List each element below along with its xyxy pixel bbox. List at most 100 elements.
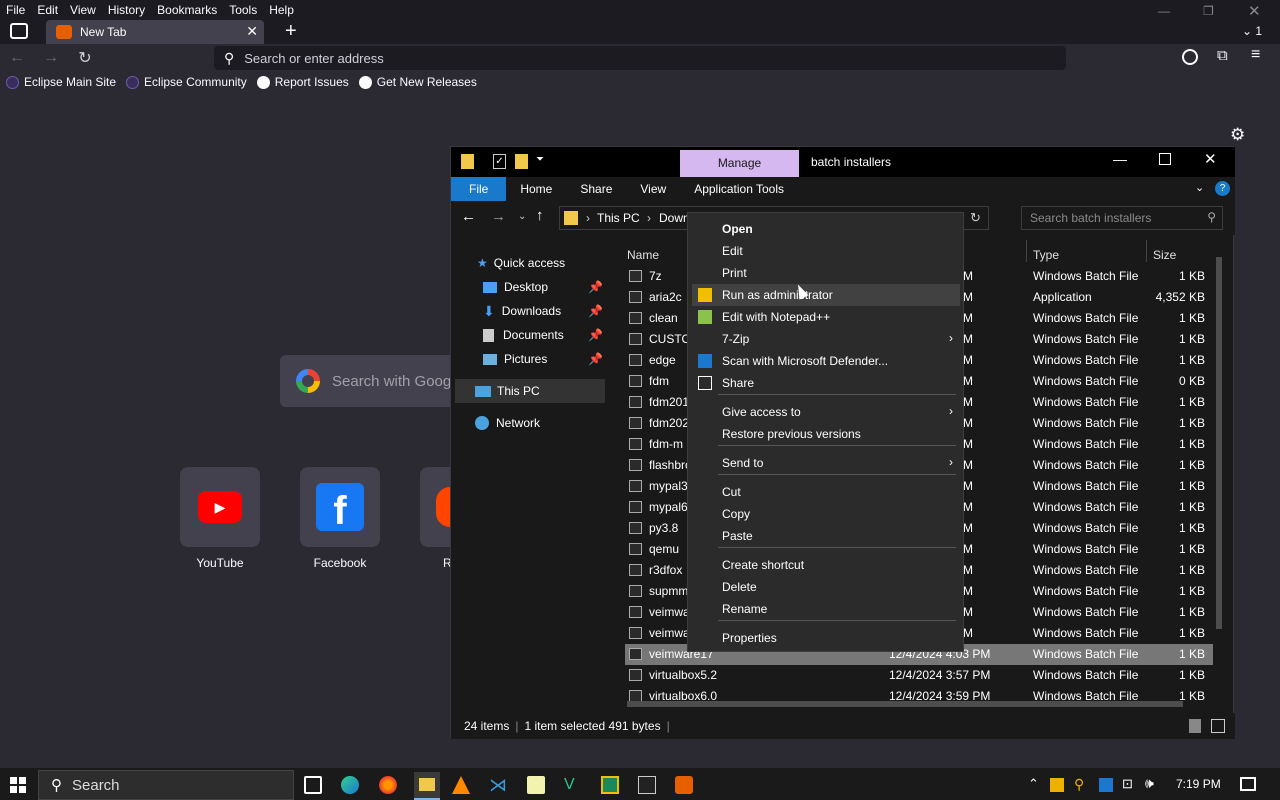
- edge-icon[interactable]: [341, 776, 359, 794]
- vscode-icon[interactable]: ⋊: [489, 776, 507, 794]
- menu-help[interactable]: Help: [263, 3, 300, 17]
- minimize-icon[interactable]: —: [1113, 151, 1127, 167]
- large-icons-view-icon[interactable]: [1211, 719, 1225, 733]
- app-icon[interactable]: V: [564, 776, 582, 794]
- column-name[interactable]: Name: [627, 248, 659, 262]
- close-window-icon[interactable]: ✕: [1248, 2, 1261, 20]
- volume-icon[interactable]: 🕪: [1145, 775, 1154, 792]
- manage-tab[interactable]: Manage: [680, 150, 799, 177]
- forward-icon[interactable]: →: [491, 208, 506, 225]
- menu-history[interactable]: History: [102, 3, 151, 17]
- properties-icon[interactable]: ✓: [493, 154, 506, 169]
- back-icon[interactable]: ←: [0, 49, 34, 67]
- ribbon-tab-home[interactable]: Home: [506, 177, 566, 201]
- tab-overview-icon[interactable]: [10, 23, 28, 39]
- context-menu-item-send-to[interactable]: Send to: [722, 452, 957, 474]
- file-explorer-taskbar-button[interactable]: [414, 772, 440, 800]
- context-menu-item-scan-with-microsoft-defender[interactable]: Scan with Microsoft Defender...: [722, 350, 957, 372]
- context-menu-item-give-access-to[interactable]: Give access to: [722, 401, 957, 423]
- column-type[interactable]: Type: [1033, 248, 1059, 262]
- context-menu-item-7-zip[interactable]: 7-Zip: [722, 328, 957, 350]
- nav-quick-access[interactable]: ★ Quick access: [477, 251, 565, 275]
- expand-ribbon-icon[interactable]: ⌄: [1195, 181, 1204, 194]
- shortcut-youtube[interactable]: ▶: [180, 467, 260, 547]
- context-menu-item-properties[interactable]: Properties: [722, 627, 957, 649]
- app-icon[interactable]: [601, 776, 619, 794]
- bookmark-eclipse-community[interactable]: Eclipse Community: [126, 75, 247, 89]
- minimize-icon[interactable]: —: [1158, 4, 1170, 18]
- ribbon-tab-application-tools[interactable]: Application Tools: [680, 177, 798, 201]
- horizontal-scrollbar[interactable]: [611, 697, 1213, 711]
- nav-desktop[interactable]: Desktop 📌: [483, 275, 603, 299]
- table-row[interactable]: virtualbox5.2 12/4/2024 3:57 PM Windows Ba…: [625, 665, 1219, 686]
- column-size[interactable]: Size: [1153, 248, 1176, 262]
- menu-file[interactable]: File: [0, 3, 31, 17]
- windows-start-icon[interactable]: [10, 777, 26, 793]
- tray-search-icon[interactable]: ⚲: [1074, 776, 1084, 793]
- breadcrumb-this-pc[interactable]: This PC: [597, 211, 640, 225]
- bookmark-eclipse-main[interactable]: Eclipse Main Site: [6, 75, 116, 89]
- taskbar-search[interactable]: ⚲ Search: [38, 770, 294, 800]
- firefox-icon[interactable]: [379, 776, 397, 794]
- app-menu-icon[interactable]: ≡: [1251, 46, 1260, 64]
- scrollbar-thumb[interactable]: [627, 701, 1183, 707]
- bookmark-report-issues[interactable]: Report Issues: [256, 75, 349, 89]
- new-folder-icon[interactable]: [515, 154, 528, 169]
- tab-list-button[interactable]: ⌄ 1: [1242, 24, 1262, 38]
- context-menu-item-rename[interactable]: Rename: [722, 598, 957, 620]
- context-menu-item-run-as-administrator[interactable]: Run as administrator: [722, 284, 957, 306]
- close-icon[interactable]: ✕: [1204, 150, 1217, 168]
- tab-close-icon[interactable]: ✕: [246, 23, 258, 40]
- nav-pictures[interactable]: Pictures 📌: [483, 347, 603, 371]
- ribbon-tab-share[interactable]: Share: [566, 177, 626, 201]
- breadcrumb-downloads[interactable]: Down: [659, 211, 690, 225]
- vlc-icon[interactable]: [452, 776, 470, 794]
- context-menu-item-create-shortcut[interactable]: Create shortcut: [722, 554, 957, 576]
- context-menu-item-open[interactable]: Open: [722, 218, 957, 240]
- shortcut-reddit[interactable]: [420, 467, 450, 547]
- explorer-search[interactable]: Search batch installers ⚲: [1021, 206, 1223, 230]
- ribbon-tab-view[interactable]: View: [626, 177, 680, 201]
- notepad-icon[interactable]: [527, 776, 545, 794]
- back-icon[interactable]: ←: [461, 208, 476, 225]
- shortcut-facebook[interactable]: f: [300, 467, 380, 547]
- clock[interactable]: 7:19 PM: [1176, 777, 1221, 791]
- details-view-icon[interactable]: [1189, 719, 1201, 733]
- column-divider[interactable]: [1146, 240, 1147, 262]
- new-tab-icon[interactable]: +: [285, 20, 297, 43]
- ribbon-tab-file[interactable]: File: [451, 177, 507, 201]
- notifications-icon[interactable]: [1240, 777, 1256, 791]
- quick-access-dropdown-icon[interactable]: ⏷: [536, 154, 544, 165]
- context-menu-item-edit-with-notepad[interactable]: Edit with Notepad++: [722, 306, 957, 328]
- context-menu-item-share[interactable]: Share: [722, 372, 957, 394]
- context-menu-item-copy[interactable]: Copy: [722, 503, 957, 525]
- menu-tools[interactable]: Tools: [223, 3, 263, 17]
- column-divider[interactable]: [1026, 240, 1027, 262]
- context-menu-item-edit[interactable]: Edit: [722, 240, 957, 262]
- account-icon[interactable]: [1182, 49, 1198, 65]
- maximize-icon[interactable]: [1159, 153, 1171, 165]
- menu-view[interactable]: View: [64, 3, 102, 17]
- tray-icon[interactable]: [1099, 778, 1113, 792]
- menu-edit[interactable]: Edit: [31, 3, 64, 17]
- tab-new-tab[interactable]: New Tab ✕: [46, 20, 264, 44]
- address-input[interactable]: [244, 50, 945, 66]
- restore-icon[interactable]: ❐: [1203, 4, 1214, 18]
- context-menu-item-restore-previous-versions[interactable]: Restore previous versions: [722, 423, 957, 445]
- nav-network[interactable]: Network: [475, 411, 540, 435]
- context-menu-item-delete[interactable]: Delete: [722, 576, 957, 598]
- context-menu-item-cut[interactable]: Cut: [722, 481, 957, 503]
- extensions-icon[interactable]: ⧉: [1217, 47, 1228, 64]
- nav-this-pc[interactable]: This PC: [455, 379, 605, 403]
- address-bar[interactable]: ⚲: [214, 46, 1066, 70]
- up-icon[interactable]: ↑: [536, 207, 544, 224]
- task-view-icon[interactable]: [304, 776, 322, 794]
- refresh-icon[interactable]: ↻: [970, 210, 981, 226]
- nav-downloads[interactable]: ⬇ Downloads 📌: [483, 299, 603, 323]
- show-hidden-icons-icon[interactable]: ⌃: [1028, 776, 1039, 792]
- forward-icon[interactable]: →: [34, 49, 68, 67]
- settings-gear-icon[interactable]: ⚙: [1230, 125, 1245, 145]
- recent-locations-icon[interactable]: ⌄: [518, 211, 526, 222]
- tray-icon[interactable]: [1050, 778, 1064, 792]
- nav-documents[interactable]: Documents 📌: [483, 323, 603, 347]
